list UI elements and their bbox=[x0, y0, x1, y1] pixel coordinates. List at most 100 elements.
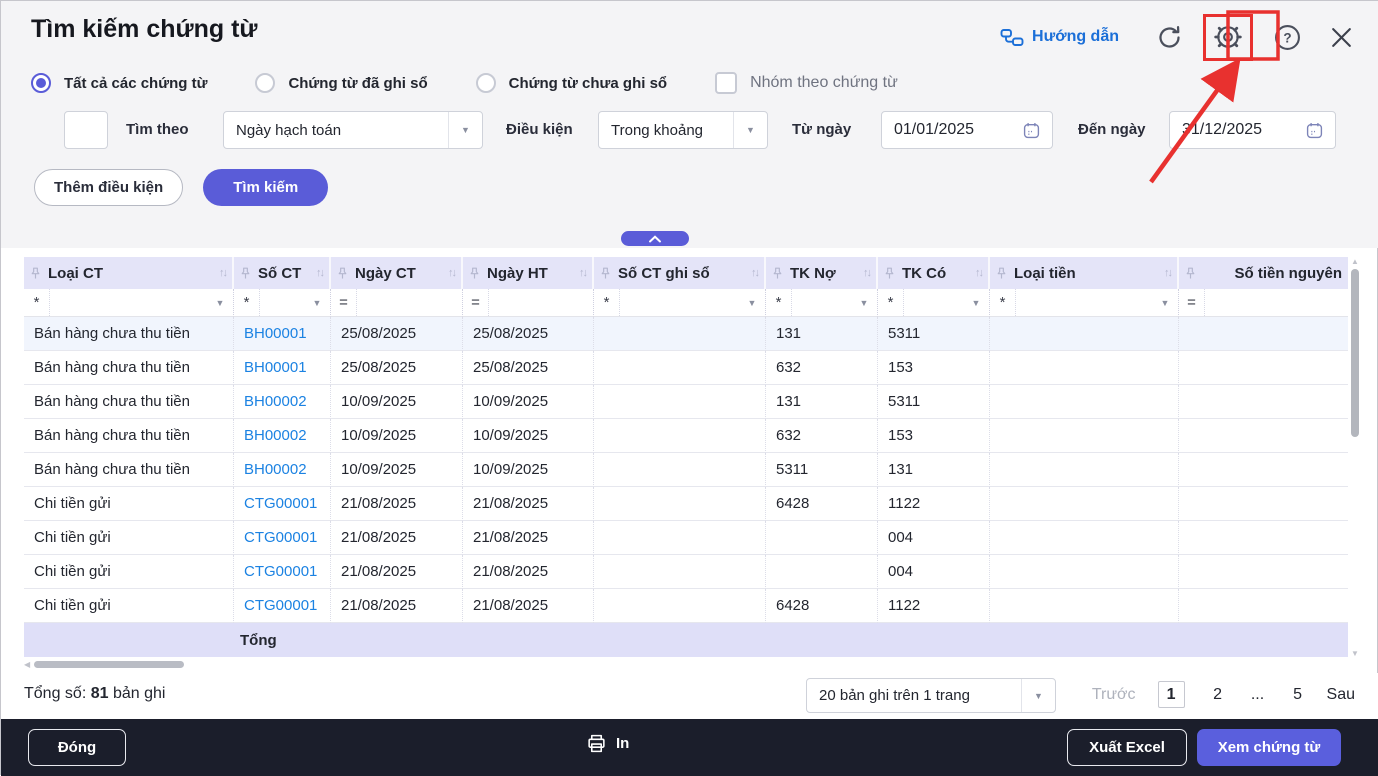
filter-input[interactable] bbox=[1205, 289, 1348, 316]
checkbox-box[interactable] bbox=[715, 72, 737, 94]
filter-dropdown-icon[interactable]: ▼ bbox=[963, 298, 989, 308]
column-header-4[interactable]: Số CT ghi sổ↑↓ bbox=[594, 257, 766, 289]
filter-dropdown-icon[interactable]: ▼ bbox=[207, 298, 233, 308]
filter-dropdown-icon[interactable]: ▼ bbox=[851, 298, 877, 308]
table-row[interactable]: Chi tiền gửiCTG0000121/08/202521/08/2025… bbox=[24, 521, 1348, 555]
column-header-7[interactable]: Loại tiền↑↓ bbox=[990, 257, 1179, 289]
radio-dot[interactable] bbox=[476, 73, 496, 93]
pagination-page-5[interactable]: 5 bbox=[1291, 686, 1305, 704]
table-row[interactable]: Chi tiền gửiCTG0000121/08/202521/08/2025… bbox=[24, 487, 1348, 521]
filter-input[interactable] bbox=[792, 289, 851, 316]
refresh-button[interactable] bbox=[1149, 17, 1189, 57]
sort-icon[interactable]: ↑↓ bbox=[751, 267, 758, 279]
settings-button[interactable] bbox=[1203, 14, 1253, 61]
column-header-0[interactable]: Loại CT↑↓ bbox=[24, 257, 234, 289]
close-button[interactable] bbox=[1321, 17, 1361, 57]
radio-option-1[interactable]: Chứng từ đã ghi sổ bbox=[255, 73, 427, 93]
print-button[interactable]: In bbox=[586, 733, 629, 754]
pin-icon[interactable] bbox=[772, 267, 783, 280]
table-row[interactable]: Bán hàng chưa thu tiềnBH0000125/08/20252… bbox=[24, 317, 1348, 351]
guide-link[interactable]: Hướng dẫn bbox=[1000, 27, 1119, 48]
document-number-link[interactable]: BH00002 bbox=[244, 393, 307, 410]
document-number-link[interactable]: BH00001 bbox=[244, 325, 307, 342]
collapse-filter-button[interactable] bbox=[621, 231, 689, 246]
export-excel-button[interactable]: Xuất Excel bbox=[1067, 729, 1187, 766]
document-number-link[interactable]: CTG00001 bbox=[244, 563, 317, 580]
document-number-link[interactable]: CTG00001 bbox=[244, 529, 317, 546]
search-by-select[interactable]: Ngày hạch toán ▼ bbox=[223, 111, 483, 149]
calendar-icon[interactable] bbox=[1023, 122, 1040, 139]
sort-icon[interactable]: ↑↓ bbox=[219, 267, 226, 279]
filter-input[interactable] bbox=[620, 289, 739, 316]
quick-search-input[interactable] bbox=[64, 111, 108, 149]
pin-icon[interactable] bbox=[600, 267, 611, 280]
pin-icon[interactable] bbox=[337, 267, 348, 280]
pagination-page-2[interactable]: 2 bbox=[1211, 686, 1225, 704]
page-size-select[interactable]: 20 bản ghi trên 1 trang ▼ bbox=[806, 678, 1056, 713]
filter-input[interactable] bbox=[1016, 289, 1152, 316]
document-number-link[interactable]: BH00001 bbox=[244, 359, 307, 376]
calendar-icon[interactable] bbox=[1306, 122, 1323, 139]
radio-dot[interactable] bbox=[255, 73, 275, 93]
pin-icon[interactable] bbox=[469, 267, 480, 280]
sort-icon[interactable]: ↑↓ bbox=[975, 267, 982, 279]
filter-input[interactable] bbox=[50, 289, 207, 316]
radio-option-0[interactable]: Tất cả các chứng từ bbox=[31, 73, 207, 93]
filter-operator[interactable]: = bbox=[463, 289, 489, 316]
table-row[interactable]: Bán hàng chưa thu tiềnBH0000210/09/20251… bbox=[24, 385, 1348, 419]
table-row[interactable]: Chi tiền gửiCTG0000121/08/202521/08/2025… bbox=[24, 555, 1348, 589]
radio-option-2[interactable]: Chứng từ chưa ghi sổ bbox=[476, 73, 667, 93]
radio-dot[interactable] bbox=[31, 73, 51, 93]
scroll-down-arrow[interactable]: ▼ bbox=[1350, 649, 1360, 658]
to-date-input[interactable]: 31/12/2025 bbox=[1169, 111, 1336, 149]
filter-input[interactable] bbox=[357, 289, 462, 316]
table-row[interactable]: Bán hàng chưa thu tiềnBH0000125/08/20252… bbox=[24, 351, 1348, 385]
pin-icon[interactable] bbox=[996, 267, 1007, 280]
pin-icon[interactable] bbox=[884, 267, 895, 280]
column-header-1[interactable]: Số CT↑↓ bbox=[234, 257, 331, 289]
column-header-5[interactable]: TK Nợ↑↓ bbox=[766, 257, 878, 289]
help-button[interactable]: ? bbox=[1267, 17, 1307, 57]
filter-dropdown-icon[interactable]: ▼ bbox=[739, 298, 765, 308]
column-header-3[interactable]: Ngày HT↑↓ bbox=[463, 257, 594, 289]
pin-icon[interactable] bbox=[240, 267, 251, 280]
table-row[interactable]: Bán hàng chưa thu tiềnBH0000210/09/20251… bbox=[24, 419, 1348, 453]
sort-icon[interactable]: ↑↓ bbox=[863, 267, 870, 279]
document-number-link[interactable]: CTG00001 bbox=[244, 495, 317, 512]
pin-icon[interactable] bbox=[1185, 267, 1196, 280]
group-by-document-checkbox[interactable]: Nhóm theo chứng từ bbox=[715, 72, 898, 94]
filter-operator[interactable]: * bbox=[878, 289, 904, 316]
pagination-next[interactable]: Sau bbox=[1327, 686, 1355, 704]
pagination-prev[interactable]: Trước bbox=[1092, 686, 1136, 704]
sort-icon[interactable]: ↑↓ bbox=[579, 267, 586, 279]
pagination-page-1[interactable]: 1 bbox=[1158, 681, 1185, 708]
condition-select[interactable]: Trong khoảng ▼ bbox=[598, 111, 768, 149]
filter-operator[interactable]: * bbox=[766, 289, 792, 316]
column-header-2[interactable]: Ngày CT↑↓ bbox=[331, 257, 463, 289]
filter-dropdown-icon[interactable]: ▼ bbox=[304, 298, 330, 308]
filter-operator[interactable]: * bbox=[234, 289, 260, 316]
filter-operator[interactable]: * bbox=[594, 289, 620, 316]
vertical-scrollbar-thumb[interactable] bbox=[1351, 269, 1359, 437]
scroll-left-arrow[interactable]: ◀ bbox=[24, 660, 30, 669]
filter-operator[interactable]: * bbox=[990, 289, 1016, 316]
document-number-link[interactable]: BH00002 bbox=[244, 427, 307, 444]
horizontal-scrollbar-thumb[interactable] bbox=[34, 661, 184, 668]
sort-icon[interactable]: ↑↓ bbox=[316, 267, 323, 279]
column-header-6[interactable]: TK Có↑↓ bbox=[878, 257, 990, 289]
add-condition-button[interactable]: Thêm điều kiện bbox=[34, 169, 183, 206]
document-number-link[interactable]: BH00002 bbox=[244, 461, 307, 478]
filter-input[interactable] bbox=[260, 289, 304, 316]
filter-operator[interactable]: = bbox=[331, 289, 357, 316]
vertical-scrollbar[interactable]: ▲ ▼ bbox=[1350, 257, 1360, 657]
document-number-link[interactable]: CTG00001 bbox=[244, 597, 317, 614]
scroll-up-arrow[interactable]: ▲ bbox=[1350, 257, 1360, 266]
view-document-button[interactable]: Xem chứng từ bbox=[1197, 729, 1341, 766]
horizontal-scrollbar[interactable]: ◀ bbox=[24, 660, 1348, 670]
filter-operator[interactable]: * bbox=[24, 289, 50, 316]
pin-icon[interactable] bbox=[30, 267, 41, 280]
sort-icon[interactable]: ↑↓ bbox=[448, 267, 455, 279]
filter-input[interactable] bbox=[489, 289, 593, 316]
from-date-input[interactable]: 01/01/2025 bbox=[881, 111, 1053, 149]
table-row[interactable]: Chi tiền gửiCTG0000121/08/202521/08/2025… bbox=[24, 589, 1348, 623]
